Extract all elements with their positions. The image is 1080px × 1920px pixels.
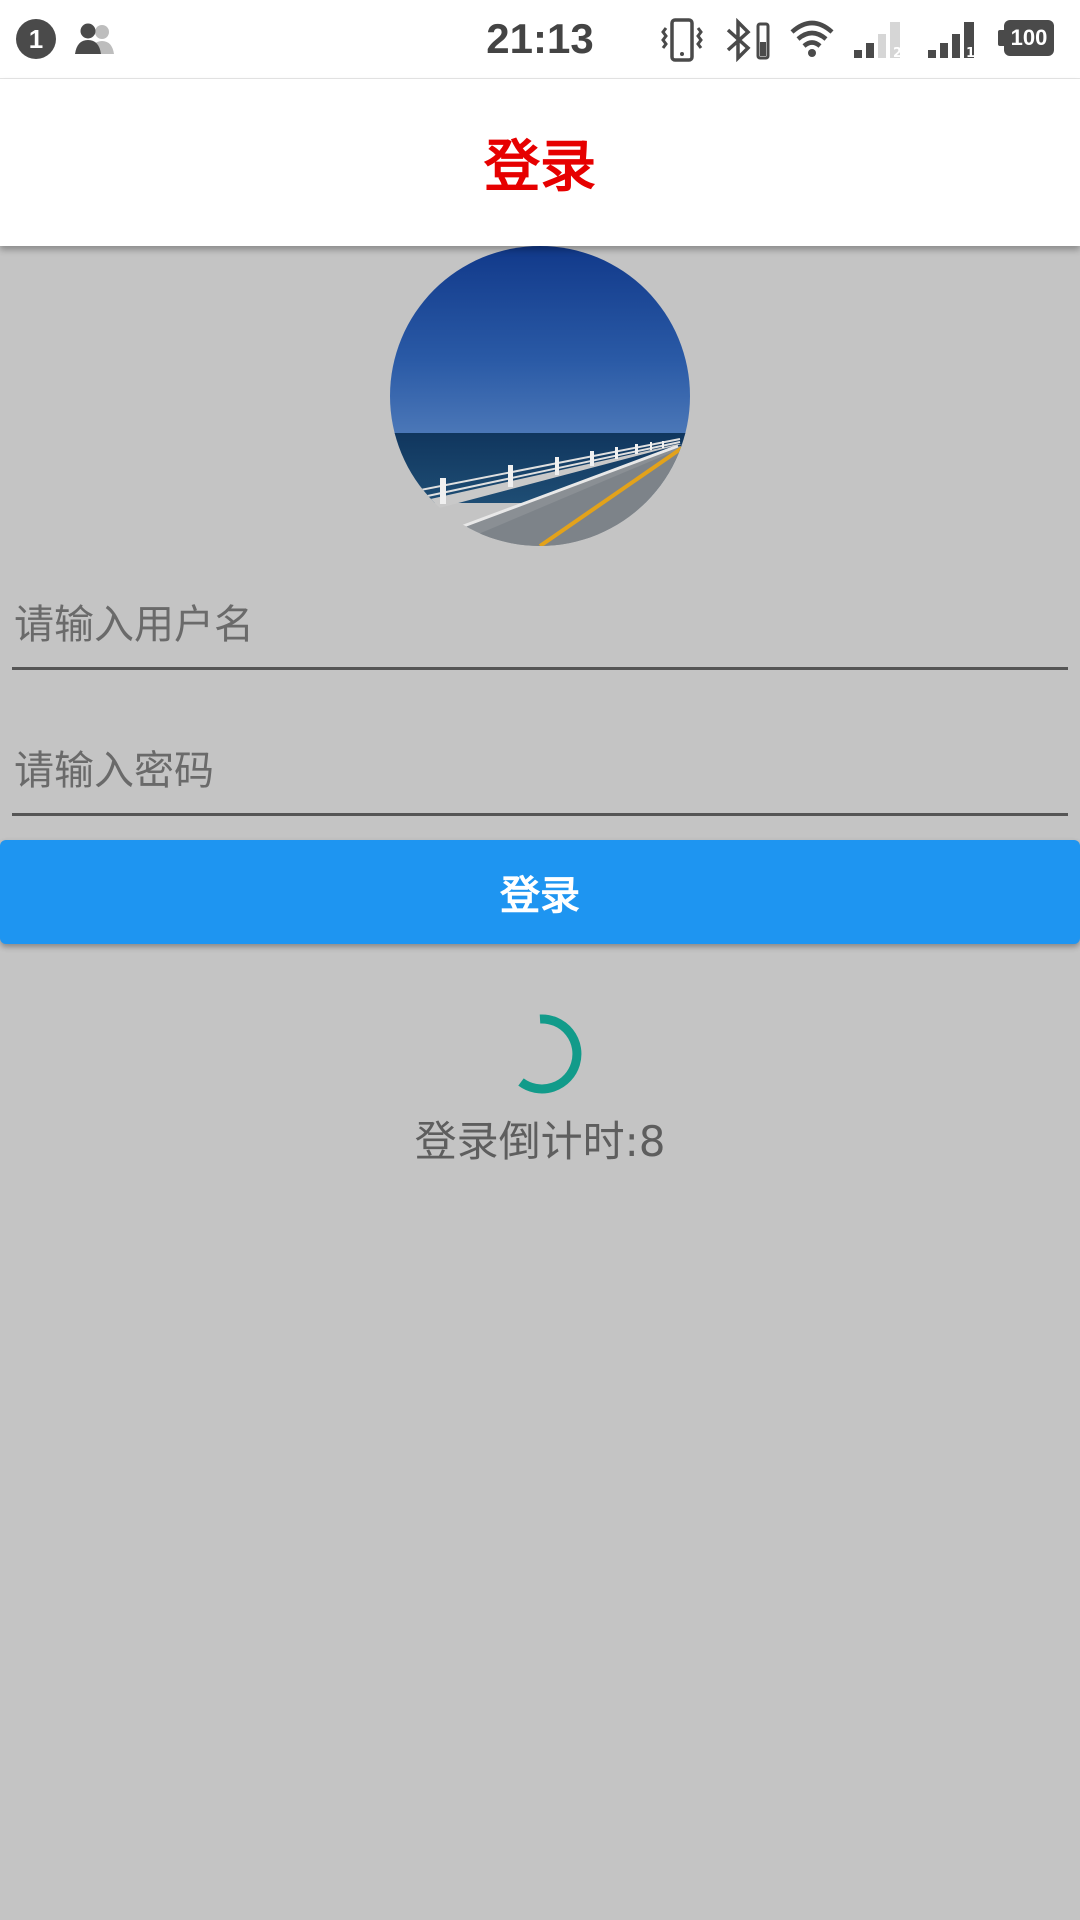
loading-spinner-icon — [518, 1014, 582, 1094]
status-clock: 21:13 — [486, 15, 594, 62]
signal-sim2-icon: 2 — [854, 22, 902, 61]
page-title: 登录 — [484, 135, 596, 200]
login-button[interactable]: 登录 — [0, 840, 1080, 944]
wifi-icon — [790, 20, 834, 57]
vibrate-icon — [661, 18, 703, 62]
svg-text:1: 1 — [966, 46, 975, 61]
username-input[interactable] — [14, 595, 1054, 655]
avatar-image — [390, 246, 690, 546]
password-field — [12, 723, 1068, 816]
avatar — [390, 246, 690, 546]
username-field — [12, 577, 1068, 670]
signal-sim1-icon: 1 — [928, 22, 975, 61]
battery-icon: 100 — [1004, 20, 1054, 56]
login-countdown-text: 登录倒计时:8 — [414, 1117, 666, 1166]
login-button-label: 登录 — [500, 873, 580, 919]
status-bar: 1 21:13 2 1 100 — [0, 0, 1080, 79]
password-input[interactable] — [14, 741, 1054, 801]
bluetooth-icon — [726, 18, 770, 62]
svg-text:2: 2 — [893, 46, 902, 61]
app-bar: 登录 — [0, 79, 1080, 246]
